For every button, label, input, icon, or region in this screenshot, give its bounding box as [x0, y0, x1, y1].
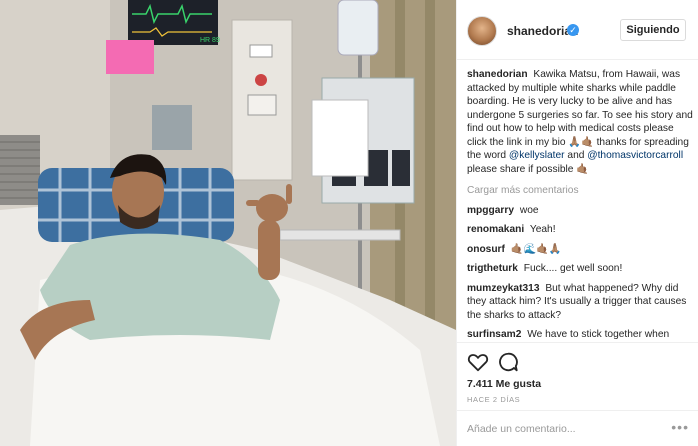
caption-emoji-1: 🙏🏽🤙🏽 — [568, 136, 594, 148]
shaka-hand — [256, 194, 288, 222]
comment-text: Fuck.... get well soon! — [523, 263, 623, 274]
comment: onosurf 🤙🏽🌊🤙🏽🙏🏽 — [467, 243, 695, 257]
comment-input[interactable] — [467, 421, 667, 437]
comment-text: woe — [519, 204, 539, 216]
following-button[interactable]: Siguiendo — [620, 19, 686, 41]
verified-badge-icon: ✓ — [567, 24, 579, 36]
caption-emoji-2: 🤙🏽 — [576, 163, 589, 175]
monitor-readout: HR 89 — [200, 37, 220, 44]
blinds — [0, 135, 40, 205]
add-comment-bar: ••• — [457, 410, 698, 446]
caption-text-part-3: and — [567, 150, 585, 161]
post-timestamp: HACE 2 DÍAS — [467, 395, 521, 404]
comment-text: 🤙🏽🌊🤙🏽🙏🏽 — [510, 243, 562, 255]
comments-list[interactable]: shanedorian Kawika Matsu, from Hawaii, w… — [467, 68, 695, 342]
comment: mpggarry woe — [467, 204, 695, 218]
comment-username[interactable]: renomakani — [467, 224, 524, 235]
comment: trigtheturk Fuck.... get well soon! — [467, 262, 695, 276]
comment: mumzeykat313 But what happened? Why did … — [467, 282, 695, 323]
likes-count[interactable]: 7.411 Me gusta — [467, 378, 541, 390]
comment: surfinsam2 We have to stick together whe… — [467, 328, 695, 342]
mention-link[interactable]: @thomasvictorcarroll — [587, 150, 683, 161]
post-actions: 7.411 Me gusta HACE 2 DÍAS — [457, 342, 698, 404]
caption-username[interactable]: shanedorian — [467, 69, 528, 80]
paper-note — [311, 99, 369, 177]
comment-username[interactable]: onosurf — [467, 244, 505, 255]
comment-username[interactable]: mpggarry — [467, 205, 514, 216]
equipment-cart — [152, 105, 192, 150]
post-image[interactable]: HR 89 — [0, 0, 456, 446]
raised-arm — [258, 220, 280, 280]
mention-link[interactable]: @kellyslater — [509, 150, 565, 161]
comment-text: Yeah! — [529, 224, 556, 235]
post-header: shanedorian ✓ Siguiendo — [457, 0, 698, 60]
comment-text: We have to stick together when — [527, 329, 670, 340]
avatar[interactable] — [467, 16, 497, 46]
comment: renomakani Yeah! — [467, 223, 695, 237]
sticky-note — [106, 40, 154, 74]
comment-username[interactable]: surfinsam2 — [467, 329, 521, 340]
heart-icon[interactable] — [467, 351, 489, 373]
hospital-scene: HR 89 — [0, 0, 456, 446]
comment-username[interactable]: mumzeykat313 — [467, 283, 540, 294]
post-side-panel: shanedorian ✓ Siguiendo shanedorian Kawi… — [456, 0, 698, 446]
post-caption: shanedorian Kawika Matsu, from Hawaii, w… — [467, 68, 695, 176]
comment-username[interactable]: trigtheturk — [467, 263, 518, 274]
iv-bag — [337, 0, 379, 56]
load-more-comments-link[interactable]: Cargar más comentarios — [467, 184, 695, 198]
caption-text-part-4: please share if possible — [467, 163, 574, 175]
more-options-icon[interactable]: ••• — [671, 419, 689, 435]
comment-icon[interactable] — [497, 351, 519, 373]
